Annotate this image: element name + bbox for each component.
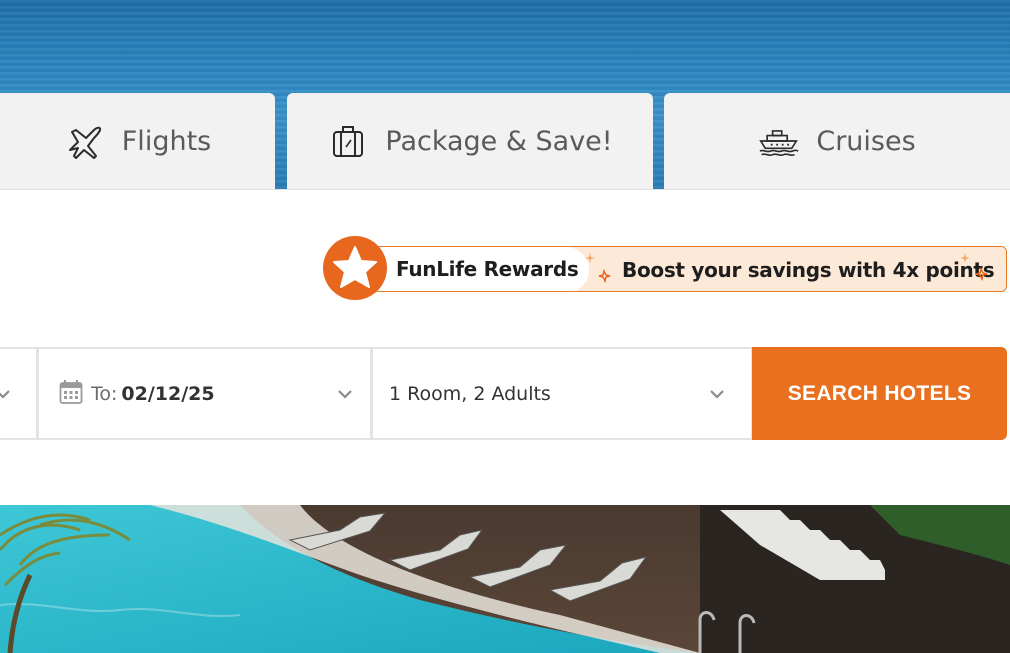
rooms-guests-select[interactable]: 1 Room, 2 Adults	[371, 347, 753, 440]
from-date-field[interactable]	[0, 347, 38, 440]
suitcase-icon	[327, 120, 369, 162]
tab-flights-label: Flights	[121, 125, 212, 157]
rewards-message: Boost your savings with 4x points	[622, 258, 995, 282]
sparkle-icon	[585, 253, 611, 284]
star-icon	[323, 236, 387, 300]
to-date-label: To:	[91, 382, 118, 405]
to-date-value: 02/12/25	[121, 382, 215, 405]
tab-cruises[interactable]: Cruises	[664, 93, 1010, 189]
search-hotels-button[interactable]: SEARCH HOTELS	[752, 347, 1007, 440]
tab-package-save[interactable]: Package & Save!	[287, 93, 653, 189]
calendar-icon	[59, 379, 83, 409]
sparkle-icon-right	[960, 253, 988, 282]
tab-cruises-label: Cruises	[816, 125, 916, 157]
tab-flights[interactable]: Flights	[0, 93, 275, 189]
rooms-guests-value: 1 Room, 2 Adults	[389, 382, 551, 405]
chevron-down-icon[interactable]	[0, 385, 12, 403]
cruise-ship-icon	[758, 120, 800, 162]
airplane-icon	[64, 120, 106, 162]
chevron-down-icon[interactable]	[336, 385, 354, 403]
tab-package-label: Package & Save!	[385, 125, 613, 157]
rewards-title: FunLife Rewards	[396, 257, 579, 281]
chevron-down-icon[interactable]	[708, 385, 726, 403]
resort-pool-image	[0, 505, 1010, 653]
rewards-banner[interactable]: FunLife Rewards Boost your savings with …	[373, 246, 1007, 292]
to-date-field[interactable]: To: 02/12/25	[37, 347, 372, 440]
